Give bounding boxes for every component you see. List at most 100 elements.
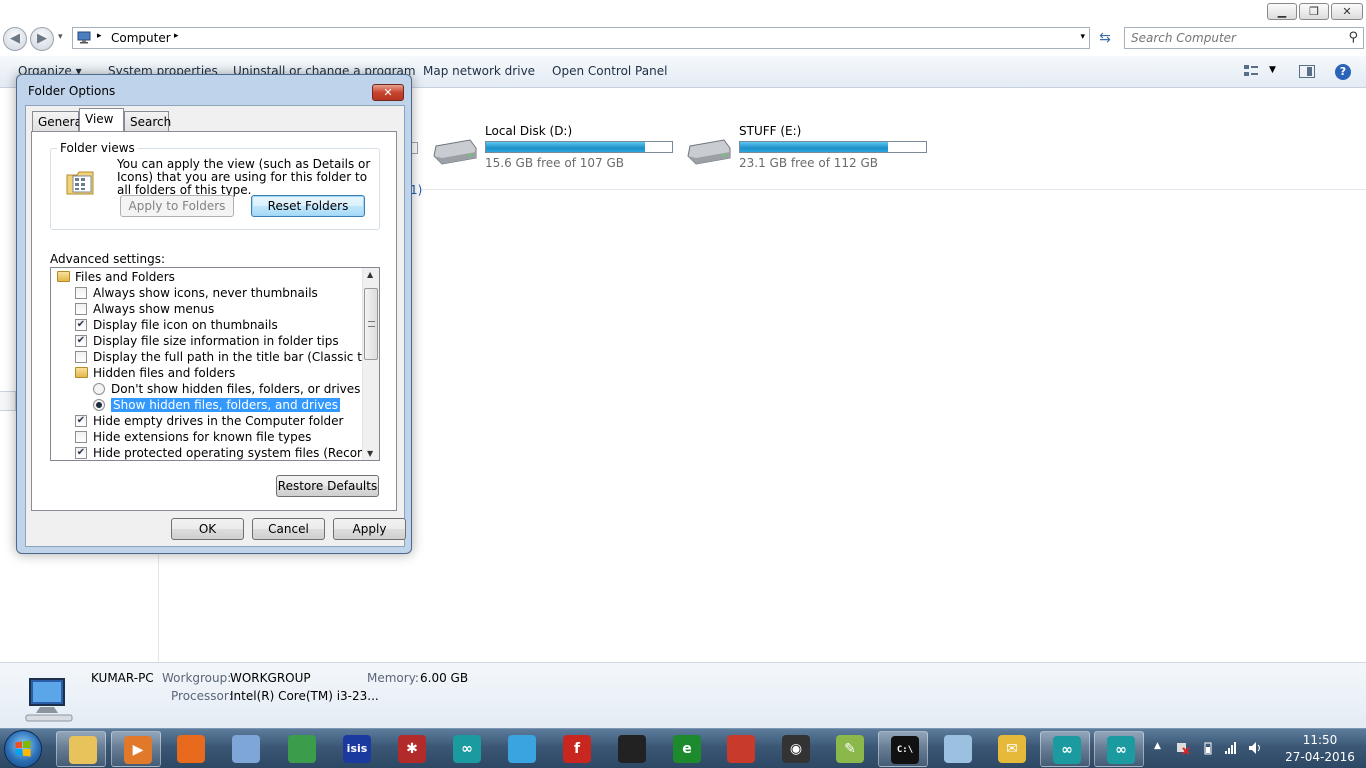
advanced-setting-row[interactable]: Don't show hidden files, folders, or dri… [51, 381, 363, 397]
cancel-button[interactable]: Cancel [252, 518, 325, 540]
advanced-setting-row[interactable]: Always show icons, never thumbnails [51, 285, 363, 301]
taskbar-button[interactable]: ✎ [824, 731, 874, 767]
map-network-drive-button[interactable]: Map network drive [423, 64, 535, 78]
view-options-dropdown[interactable]: ▼ [1269, 65, 1276, 75]
taskbar-button[interactable]: ∞ [441, 731, 491, 767]
drive-d[interactable]: Local Disk (D:) 15.6 GB free of 107 GB [432, 124, 682, 174]
change-view-icon[interactable] [1243, 64, 1259, 78]
checkbox[interactable] [75, 431, 87, 443]
breadcrumb-separator[interactable]: ▸ [174, 31, 179, 41]
advanced-settings-list[interactable]: Files and Folders Always show icons, neve… [50, 267, 380, 461]
cmd-icon: C:\ [891, 736, 919, 764]
advanced-setting-row[interactable]: ✔ Hide protected operating system files (… [51, 445, 379, 460]
taskbar-button[interactable] [165, 731, 215, 767]
checkbox[interactable]: ✔ [75, 415, 87, 427]
advanced-setting-label: Hide empty drives in the Computer folder [93, 414, 344, 428]
maximize-button[interactable]: ❐ [1299, 3, 1329, 20]
taskbar-button[interactable] [932, 731, 982, 767]
taskbar-button[interactable] [220, 731, 270, 767]
radio-button[interactable] [93, 383, 105, 395]
help-icon[interactable]: ? [1335, 64, 1351, 80]
advanced-setting-row[interactable]: ✔ Display file icon on thumbnails [51, 317, 363, 333]
advanced-setting-row[interactable]: Hide extensions for known file types [51, 429, 363, 445]
scroll-thumb[interactable] [364, 288, 378, 360]
apply-to-folders-button[interactable]: Apply to Folders [120, 195, 234, 217]
taskbar-button[interactable] [496, 731, 546, 767]
taskbar-button[interactable]: e [661, 731, 711, 767]
back-button[interactable]: ◀ [3, 27, 27, 51]
search-box[interactable]: ⚲ [1124, 27, 1364, 49]
restore-defaults-button[interactable]: Restore Defaults [276, 475, 379, 497]
checkbox[interactable] [75, 303, 87, 315]
taskbar-button[interactable]: f [551, 731, 601, 767]
search-input[interactable] [1131, 31, 1331, 45]
taskbar-button[interactable]: ∞ [1094, 731, 1144, 767]
advanced-settings-label: Advanced settings: [50, 252, 165, 266]
advanced-setting-row[interactable]: Always show menus [51, 301, 363, 317]
taskbar-button[interactable]: ▶ [111, 731, 161, 767]
checkbox[interactable] [75, 287, 87, 299]
taskbar-button[interactable]: ◉ [770, 731, 820, 767]
drive-e[interactable]: STUFF (E:) 23.1 GB free of 112 GB [686, 124, 936, 174]
taskbar-button[interactable]: ∞ [1040, 731, 1090, 767]
ladybug-icon: ✱ [398, 735, 426, 763]
navigation-pane-item[interactable] [0, 391, 16, 411]
drive-free-space: 15.6 GB free of 107 GB [485, 156, 624, 170]
tab-view[interactable]: View [79, 108, 124, 131]
taskbar-button[interactable]: ✱ [386, 731, 436, 767]
breadcrumb-computer[interactable]: Computer [111, 31, 171, 45]
close-window-button[interactable]: ✕ [1331, 3, 1363, 20]
checkbox[interactable]: ✔ [75, 319, 87, 331]
windows-logo-icon [15, 740, 31, 757]
scroll-up-arrow[interactable]: ▲ [367, 270, 373, 279]
battery-icon[interactable] [1201, 741, 1215, 755]
open-control-panel-button[interactable]: Open Control Panel [552, 64, 667, 78]
preview-pane-icon[interactable] [1299, 65, 1315, 78]
taskbar-button[interactable] [606, 731, 656, 767]
breadcrumb-separator[interactable]: ▸ [97, 31, 102, 41]
checkbox[interactable] [75, 351, 87, 363]
ok-button[interactable]: OK [171, 518, 244, 540]
volume-icon[interactable] [1248, 741, 1262, 755]
signal-strength-icon[interactable] [1224, 741, 1238, 755]
advanced-setting-row: Files and Folders [51, 269, 363, 285]
isis-icon: isis [343, 735, 371, 763]
taskbar-button[interactable]: isis [331, 731, 381, 767]
clock-date[interactable]: 27-04-2016 [1284, 750, 1356, 764]
clock-time[interactable]: 11:50 [1290, 733, 1350, 747]
taskbar-button[interactable] [56, 731, 106, 767]
reset-folders-button[interactable]: Reset Folders [251, 195, 365, 217]
advanced-setting-row[interactable]: Show hidden files, folders, and drives [51, 397, 363, 413]
explorer-titlebar: ▁ ❐ ✕ [0, 0, 1366, 26]
taskbar-button[interactable] [715, 731, 765, 767]
checkbox[interactable]: ✔ [75, 335, 87, 347]
advanced-setting-row[interactable]: ✔ Hide empty drives in the Computer folde… [51, 413, 363, 429]
refresh-button[interactable]: ⇆ [1094, 27, 1116, 49]
checkbox[interactable]: ✔ [75, 447, 87, 459]
hard-drive-icon [687, 139, 731, 165]
advanced-setting-row[interactable]: ✔ Display file size information in folder… [51, 333, 363, 349]
address-bar[interactable]: ▸ Computer ▸ ▾ [72, 27, 1090, 49]
folder-views-legend: Folder views [57, 141, 138, 155]
magnifier-icon[interactable]: ⚲ [1348, 30, 1358, 45]
taskbar-button[interactable]: ✉ [986, 731, 1036, 767]
show-hidden-icons-button[interactable]: ▲ [1154, 741, 1168, 755]
advanced-setting-row[interactable]: Display the full path in the title bar (… [51, 349, 379, 365]
taskbar-button[interactable]: C:\ [878, 731, 928, 767]
taskbar-button[interactable] [276, 731, 326, 767]
recent-pages-dropdown[interactable]: ▾ [58, 32, 63, 42]
tab-search[interactable]: Search [124, 111, 171, 131]
tab-general[interactable]: General [32, 111, 85, 131]
address-history-dropdown[interactable]: ▾ [1080, 32, 1085, 42]
radio-button[interactable] [93, 399, 105, 411]
workgroup-value: WORKGROUP [230, 671, 311, 685]
apply-button[interactable]: Apply [333, 518, 406, 540]
scroll-down-arrow[interactable]: ▼ [367, 449, 373, 458]
minimize-button[interactable]: ▁ [1267, 3, 1297, 20]
dialog-close-button[interactable]: ✕ [372, 84, 404, 101]
start-button[interactable] [4, 730, 42, 768]
forward-button[interactable]: ▶ [30, 27, 54, 51]
arduino2-icon: ∞ [1053, 736, 1081, 764]
list-scrollbar[interactable]: ▲ ▼ [362, 268, 379, 460]
network-status-icon[interactable] [1176, 741, 1190, 755]
